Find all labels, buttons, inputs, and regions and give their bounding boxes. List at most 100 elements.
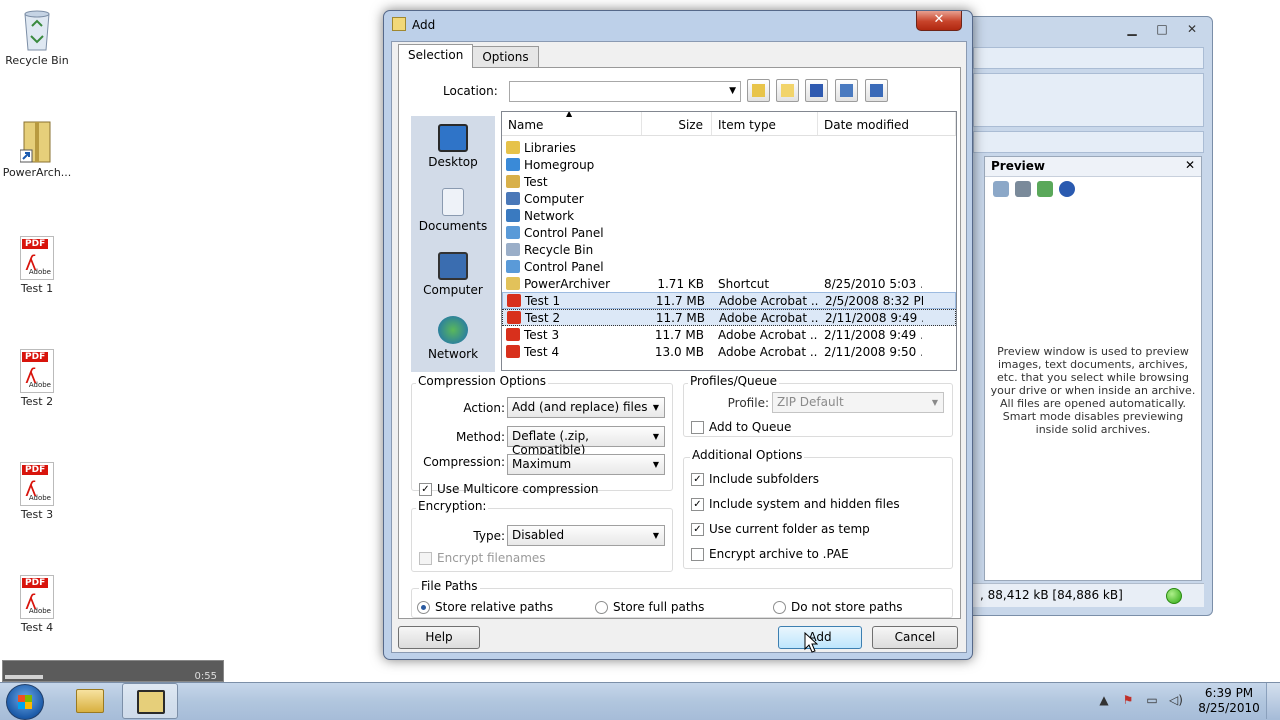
desktop-icon-test-2[interactable]: PDF ʎ Adobe Test 2: [2, 349, 72, 408]
fullscreen-icon[interactable]: [1037, 181, 1053, 197]
maximize-icon[interactable]: □: [1148, 21, 1176, 39]
show-hidden-icons-icon[interactable]: ▲: [1096, 693, 1112, 709]
homegroup-icon: [506, 158, 520, 171]
preview-mode-icon[interactable]: [993, 181, 1009, 197]
column-header-size[interactable]: Size: [642, 112, 712, 135]
desktop-icon-test-4[interactable]: PDF ʎ Adobe Test 4: [2, 575, 72, 634]
clock-time: 6:39 PM: [1204, 686, 1254, 700]
encryption-type-select[interactable]: Disabled ▼: [507, 525, 665, 546]
pdf-icon: [507, 311, 521, 324]
file-row[interactable]: Test 3 11.7 MB Adobe Acrobat ... 2/11/2008 …: [502, 326, 956, 343]
list-view-icon: [840, 84, 853, 97]
list-view-button[interactable]: [835, 79, 858, 102]
desktop-icon-test-1[interactable]: PDF ʎ Adobe Test 1: [2, 236, 72, 295]
encrypt-filenames-checkbox[interactable]: Encrypt filenames: [419, 551, 546, 565]
file-name-cell: PowerArchiver: [502, 277, 642, 291]
desktop-icon-label: Test 1: [20, 282, 54, 295]
location-combo[interactable]: ▼: [509, 81, 741, 102]
use-current-folder-temp-checkbox[interactable]: ✓ Use current folder as temp: [691, 522, 870, 536]
help-icon[interactable]: [1059, 181, 1075, 197]
checkbox-checked-icon: ✓: [691, 497, 704, 511]
profile-select[interactable]: ZIP Default ▼: [772, 392, 944, 413]
multicore-checkbox[interactable]: ✓ Use Multicore compression: [419, 482, 598, 496]
desktop-icon-label: Test 3: [20, 508, 54, 521]
profile-label: Profile:: [727, 396, 769, 410]
method-label: Method:: [455, 430, 505, 444]
compression-select[interactable]: Maximum ▼: [507, 454, 665, 475]
checkbox-checked-icon: ✓: [419, 482, 432, 496]
computer-icon: [438, 252, 468, 280]
place-desktop[interactable]: Desktop: [411, 116, 495, 180]
close-button[interactable]: ✕: [916, 11, 962, 31]
file-size-cell: 11.7 MB: [655, 293, 705, 308]
taskbar-explorer-button[interactable]: [62, 683, 118, 719]
close-icon[interactable]: ✕: [1178, 21, 1206, 39]
do-not-store-paths-radio[interactable]: Do not store paths: [773, 600, 903, 614]
place-computer[interactable]: Computer: [411, 244, 495, 308]
method-select[interactable]: Deflate (.zip, Compatible) ▼: [507, 426, 665, 457]
close-icon[interactable]: ✕: [1185, 158, 1195, 172]
column-header-date[interactable]: Date modified: [818, 112, 956, 135]
include-subfolders-checkbox[interactable]: ✓ Include subfolders: [691, 472, 819, 486]
clock[interactable]: 6:39 PM 8/25/2010: [1192, 686, 1266, 716]
file-row[interactable]: Control Panel: [502, 258, 956, 275]
address-band: [973, 131, 1204, 153]
file-row[interactable]: Test 2 11.7 MB Adobe Acrobat ... 2/11/2008 …: [502, 309, 956, 326]
file-row[interactable]: Recycle Bin: [502, 241, 956, 258]
encrypt-pae-checkbox[interactable]: Encrypt archive to .PAE: [691, 547, 849, 561]
pdf-icon: [506, 345, 520, 358]
store-relative-paths-radio[interactable]: Store relative paths: [417, 600, 553, 614]
desktop-icon-recycle-bin[interactable]: Recycle Bin: [2, 8, 72, 67]
compression-label: Compression:: [423, 455, 505, 469]
encryption-type-label: Type:: [473, 529, 505, 543]
action-select[interactable]: Add (and replace) files ▼: [507, 397, 665, 418]
column-header-name[interactable]: ▲ Name: [502, 112, 642, 135]
file-row[interactable]: PowerArchiver 1.71 KB Shortcut 8/25/2010 5:…: [502, 275, 956, 292]
checkbox-unchecked-icon: [691, 420, 704, 434]
documents-icon: [442, 188, 464, 216]
tab-selection[interactable]: Selection: [398, 44, 474, 68]
file-row[interactable]: Computer: [502, 190, 956, 207]
minimize-icon[interactable]: ▁: [1118, 21, 1146, 39]
file-row[interactable]: Test 4 13.0 MB Adobe Acrobat ... 2/11/2008 …: [502, 343, 956, 360]
column-header-type[interactable]: Item type: [712, 112, 818, 135]
media-time: 0:55: [194, 671, 217, 682]
details-view-button[interactable]: [865, 79, 888, 102]
place-documents[interactable]: Documents: [411, 180, 495, 244]
store-full-paths-radio[interactable]: Store full paths: [595, 600, 704, 614]
start-button[interactable]: [6, 684, 44, 720]
file-name-cell: Libraries: [502, 141, 642, 155]
include-hidden-checkbox[interactable]: ✓ Include system and hidden files: [691, 497, 900, 511]
desktop-icon-test-3[interactable]: PDF ʎ Adobe Test 3: [2, 462, 72, 521]
desktop-button[interactable]: [805, 79, 828, 102]
file-row[interactable]: Homegroup: [502, 156, 956, 173]
place-network[interactable]: Network: [411, 308, 495, 372]
network-tray-icon[interactable]: ▭: [1144, 693, 1160, 709]
file-paths-label: File Paths: [419, 579, 480, 593]
explorer-folder-icon: [76, 689, 104, 713]
action-center-icon[interactable]: ⚑: [1120, 693, 1136, 709]
file-name-cell: Control Panel: [502, 260, 642, 274]
file-list[interactable]: ▲ Name Size Item type Date modified Libra…: [501, 111, 957, 371]
file-row[interactable]: Test: [502, 173, 956, 190]
chevron-down-icon: ▼: [729, 86, 736, 96]
file-row[interactable]: Libraries: [502, 139, 956, 156]
add-to-queue-checkbox[interactable]: Add to Queue: [691, 420, 791, 434]
desktop-icon-powerarchiver[interactable]: PowerArch...: [2, 120, 72, 179]
taskbar-powerarchiver-button[interactable]: [122, 683, 178, 719]
pdf-icon: [506, 328, 520, 341]
file-row[interactable]: Control Panel: [502, 224, 956, 241]
file-size-cell: 13.0 MB: [654, 344, 704, 359]
file-row[interactable]: Network: [502, 207, 956, 224]
preview-archive-icon[interactable]: [1015, 181, 1031, 197]
new-folder-button[interactable]: [776, 79, 799, 102]
help-button[interactable]: Help: [398, 626, 480, 649]
cancel-button[interactable]: Cancel: [872, 626, 958, 649]
up-folder-button[interactable]: [747, 79, 770, 102]
add-button[interactable]: Add: [778, 626, 862, 649]
libraries-icon: [506, 141, 520, 154]
media-player-thumbnail: 0:55: [2, 660, 224, 682]
show-desktop-button[interactable]: [1266, 683, 1280, 719]
volume-icon[interactable]: ◁): [1168, 693, 1184, 709]
file-row[interactable]: Test 1 11.7 MB Adobe Acrobat ... 2/5/2008 8…: [502, 292, 956, 309]
